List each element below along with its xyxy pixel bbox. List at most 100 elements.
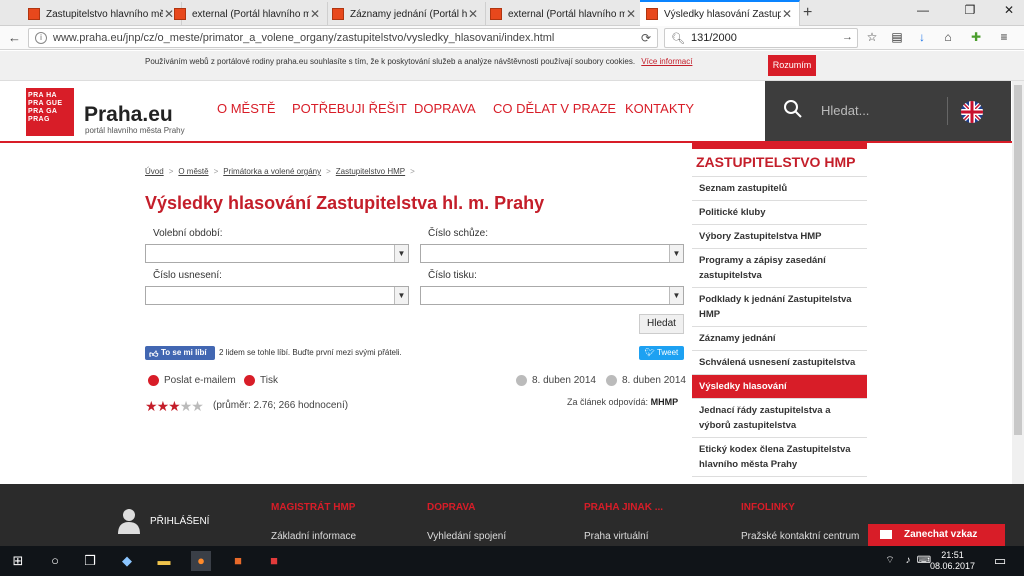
go-arrow-icon[interactable]: → xyxy=(842,31,853,43)
breadcrumb: Úvod > O městě > Primátorka a volené orgány >… xyxy=(145,167,420,176)
pdf-app-icon[interactable]: ■ xyxy=(264,551,284,571)
close-tab-icon[interactable]: ✕ xyxy=(625,7,637,21)
sidebar-item-programy[interactable]: Programy a zápisy zasedání zastupitelstv… xyxy=(692,249,867,288)
praha-logo[interactable]: PRA HA PRA GUE PRA GA PRAG xyxy=(26,88,74,136)
sidebar-item-podklady[interactable]: Podklady k jednání Zastupitelstva HMP xyxy=(692,288,867,327)
logo-line: PRA GA xyxy=(28,108,58,115)
tab-title: Výsledky hlasování Zastupite xyxy=(664,8,781,20)
facebook-like-button[interactable]: 👍︎ To se mi líbí xyxy=(145,346,215,360)
network-icon[interactable]: ⌔ xyxy=(880,551,900,571)
windows-start-icon[interactable]: ⊞ xyxy=(8,551,28,571)
praha-favicon-icon xyxy=(490,8,502,20)
browser-tab-3[interactable]: Záznamy jednání (Portál hla ✕ xyxy=(326,2,486,26)
star-rating[interactable]: ★★★★★ xyxy=(145,398,204,415)
select-cislo-tisku[interactable]: ▼ xyxy=(420,286,684,305)
nav-potrebuji-resit[interactable]: POTŘEBUJI ŘEŠIT xyxy=(292,101,407,116)
bookmark-star-icon[interactable]: ☆ xyxy=(864,30,880,46)
english-flag-icon[interactable] xyxy=(961,101,983,123)
browser-tab-1[interactable]: Zastupitelstvo hlavního měst ✕ xyxy=(22,2,182,26)
site-search-input[interactable]: Hledat... xyxy=(821,103,869,118)
footer-link-zakladni-informace[interactable]: Základní informace xyxy=(271,531,356,542)
breadcrumb-primatorka[interactable]: Primátorka a volené orgány xyxy=(223,167,321,176)
sidebar-item-eticky-kodex[interactable]: Etický kodex člena Zastupitelstva hlavní… xyxy=(692,438,867,477)
reload-icon[interactable]: ⟳ xyxy=(641,31,651,45)
login-link[interactable]: PŘIHLÁŠENÍ xyxy=(150,516,209,527)
close-tab-icon[interactable]: ✕ xyxy=(781,7,793,21)
clock-icon xyxy=(606,375,617,386)
sidebar-item-vybory[interactable]: Výbory Zastupitelstva HMP xyxy=(692,225,867,249)
sidebar-item-seznam-zastupitelu[interactable]: Seznam zastupitelů xyxy=(692,177,867,201)
footer-link-vyhledani-spojeni[interactable]: Vyhledání spojení xyxy=(427,531,506,542)
search-icon[interactable] xyxy=(783,99,803,119)
new-tab-icon[interactable]: + xyxy=(803,4,812,22)
back-arrow-icon[interactable]: ← xyxy=(8,30,21,45)
cookie-more-link[interactable]: Více informací xyxy=(641,57,692,66)
sidebar-item-zaznamy[interactable]: Záznamy jednání xyxy=(692,327,867,351)
firefox-icon[interactable]: ● xyxy=(191,551,211,571)
sidebar-item-politicke-kluby[interactable]: Politické kluby xyxy=(692,201,867,225)
sidebar-item-vysledky-hlasovani[interactable]: Výsledky hlasování xyxy=(692,375,867,399)
scrollbar-thumb[interactable] xyxy=(1014,85,1022,435)
nav-co-delat-v-praze[interactable]: CO DĚLAT V PRAZE xyxy=(493,101,616,116)
nav-doprava[interactable]: DOPRAVA xyxy=(414,101,476,116)
sidebar-item-jednaci-rady[interactable]: Jednací řády zastupitelstva a výborů zas… xyxy=(692,399,867,438)
minimize-icon[interactable]: — xyxy=(908,3,938,17)
extension-icon[interactable]: ✚ xyxy=(968,30,984,46)
url-bar[interactable]: i www.praha.eu/jnp/cz/o_meste/primator_a… xyxy=(28,28,658,48)
sidebar-item-usneseni[interactable]: Schválená usnesení zastupitelstva xyxy=(692,351,867,375)
nav-kontakty[interactable]: KONTAKTY xyxy=(625,101,694,116)
select-cislo-schuze[interactable]: ▼ xyxy=(420,244,684,263)
system-clock[interactable]: 21:51 08.06.2017 xyxy=(930,550,975,572)
home-icon[interactable]: ⌂ xyxy=(940,30,956,46)
notes-app-icon[interactable]: ◆ xyxy=(117,551,137,571)
search-icon[interactable]: ○ xyxy=(45,551,65,571)
browser-search-box[interactable]: 🔍︎ 131/2000 → xyxy=(664,28,858,48)
file-explorer-icon[interactable]: ▬ xyxy=(154,551,174,571)
envelope-icon xyxy=(880,530,892,539)
reading-list-icon[interactable]: ▤ xyxy=(889,30,905,46)
footer-link-kontaktni-centrum[interactable]: Pražské kontaktní centrum xyxy=(741,531,859,542)
created-date-text: 8. duben 2014 xyxy=(532,375,596,386)
search-button[interactable]: Hledat xyxy=(639,314,684,334)
star-icon[interactable]: ★ xyxy=(145,398,158,414)
browser-tab-5-active[interactable]: Výsledky hlasování Zastupite ✕ xyxy=(640,0,800,26)
email-action[interactable]: Poslat e-mailem xyxy=(148,375,236,386)
cookie-bar: Používáním webů z portálové rodiny praha… xyxy=(0,51,1024,81)
nav-o-meste[interactable]: O MĚSTĚ xyxy=(217,101,276,116)
email-label: Poslat e-mailem xyxy=(164,375,236,386)
office-app-icon[interactable]: ■ xyxy=(228,551,248,571)
browser-tab-2[interactable]: external (Portál hlavního mě ✕ xyxy=(168,2,328,26)
menu-icon[interactable]: ≡ xyxy=(996,30,1012,46)
notifications-icon[interactable]: ▭ xyxy=(990,551,1010,571)
cookie-accept-button[interactable]: Rozumím xyxy=(768,55,816,76)
leave-message-button[interactable]: Zanechat vzkaz xyxy=(868,524,1005,546)
browser-tab-4[interactable]: external (Portál hlavního mě ✕ xyxy=(484,2,644,26)
tweet-button[interactable]: 🐦︎ Tweet xyxy=(639,346,684,360)
task-view-icon[interactable]: ❒ xyxy=(80,551,100,571)
star-icon[interactable]: ★ xyxy=(157,398,170,414)
breadcrumb-zastupitelstvo[interactable]: Zastupitelstvo HMP xyxy=(336,167,405,176)
created-date: 8. duben 2014 xyxy=(516,375,596,386)
close-window-icon[interactable]: ✕ xyxy=(994,3,1024,17)
breadcrumb-uvod[interactable]: Úvod xyxy=(145,167,164,176)
user-icon[interactable] xyxy=(118,508,140,534)
page-scrollbar[interactable] xyxy=(1012,81,1024,546)
breadcrumb-separator: > xyxy=(213,167,219,176)
close-tab-icon[interactable]: ✕ xyxy=(309,7,321,21)
info-icon[interactable]: i xyxy=(35,32,47,44)
select-cislo-usneseni[interactable]: ▼ xyxy=(145,286,409,305)
select-volebni-obdobi[interactable]: ▼ xyxy=(145,244,409,263)
breadcrumb-o-meste[interactable]: O městě xyxy=(178,167,208,176)
close-tab-icon[interactable]: ✕ xyxy=(467,7,479,21)
star-icon[interactable]: ★ xyxy=(180,398,193,414)
print-action[interactable]: Tisk xyxy=(244,375,278,386)
clock-date: 08.06.2017 xyxy=(930,561,976,571)
restore-icon[interactable]: ❐ xyxy=(955,3,985,17)
star-icon[interactable]: ★ xyxy=(191,398,204,414)
download-icon[interactable]: ↓ xyxy=(914,30,930,46)
browser-tab-bar: Zastupitelstvo hlavního měst ✕ external … xyxy=(0,0,1024,26)
footer-link-praha-virtualni[interactable]: Praha virtuální xyxy=(584,531,648,542)
site-name[interactable]: Praha.eu xyxy=(84,103,173,127)
star-icon[interactable]: ★ xyxy=(168,398,181,414)
footer-heading-praha-jinak: PRAHA JINAK ... xyxy=(584,502,664,513)
